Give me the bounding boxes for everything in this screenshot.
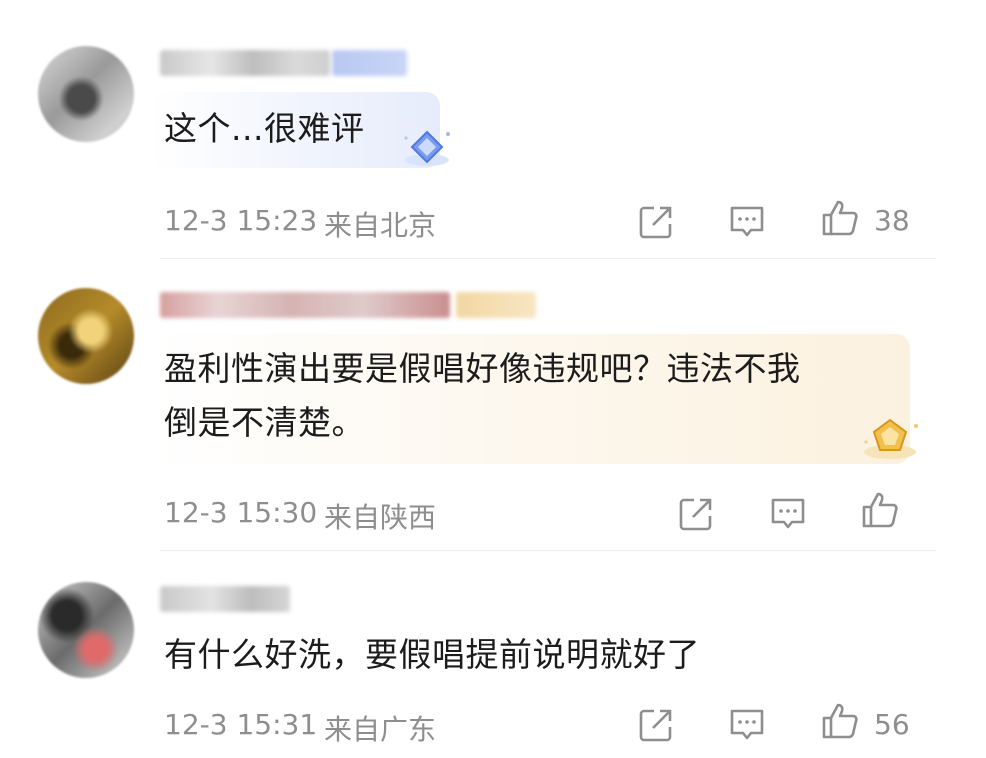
- timestamp: 12-3 15:31: [164, 708, 318, 741]
- location: 来自广东: [324, 713, 437, 746]
- thumbs-up-icon[interactable]: [820, 701, 860, 741]
- username-tag-blurred: [332, 50, 407, 76]
- comment-text: 这个...很难评: [164, 109, 365, 148]
- comment-icon[interactable]: [727, 705, 767, 745]
- share-icon[interactable]: [636, 202, 676, 242]
- username-blurred[interactable]: [160, 586, 290, 612]
- like-count: 38: [874, 204, 910, 237]
- avatar[interactable]: [38, 582, 134, 678]
- timestamp: 12-3 15:30: [164, 496, 318, 529]
- location: 来自北京: [324, 209, 437, 242]
- username-tag-blurred: [456, 292, 536, 318]
- divider: [160, 550, 936, 551]
- location: 来自陕西: [324, 501, 437, 534]
- comment-text-line2: 倒是不清楚。: [164, 403, 365, 442]
- comment-icon[interactable]: [727, 202, 767, 242]
- like-count: 56: [874, 708, 910, 741]
- comment-text-line1: 盈利性演出要是假唱好像违规吧？违法不我: [164, 349, 801, 388]
- comment-icon[interactable]: [768, 494, 808, 534]
- avatar[interactable]: [38, 46, 134, 142]
- comment-text: 有什么好洗，要假唱提前说明就好了: [164, 635, 700, 674]
- username-blurred[interactable]: [160, 292, 450, 318]
- divider: [160, 258, 936, 259]
- thumbs-up-icon[interactable]: [860, 490, 900, 530]
- share-icon[interactable]: [676, 494, 716, 534]
- diamond-badge-icon: [404, 130, 450, 166]
- share-icon[interactable]: [636, 705, 676, 745]
- username-blurred[interactable]: [160, 50, 330, 76]
- timestamp: 12-3 15:23: [164, 204, 318, 237]
- gold-badge-icon: [864, 418, 918, 459]
- thumbs-up-icon[interactable]: [820, 198, 860, 238]
- avatar[interactable]: [38, 288, 134, 384]
